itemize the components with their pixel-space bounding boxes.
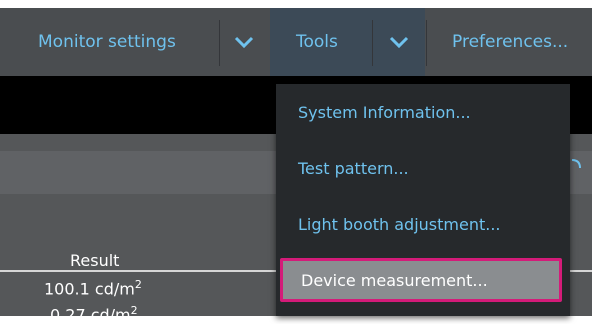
- result-unit-superscript: 2: [130, 304, 138, 317]
- monitor-settings-dropdown-button[interactable]: [220, 8, 268, 76]
- menu-item-label: Light booth adjustment...: [298, 214, 501, 234]
- menu-item-label: System Information...: [298, 102, 471, 122]
- result-value-text: 0.27 cd/m: [50, 305, 131, 324]
- result-column-header: Result: [70, 251, 120, 270]
- menu-item-device-measurement[interactable]: Device measurement...: [280, 258, 562, 302]
- monitor-settings-button[interactable]: Monitor settings: [38, 8, 176, 76]
- result-value-text: 100.1 cd/m: [44, 279, 135, 299]
- chevron-down-icon: [389, 33, 409, 52]
- menu-separator: [426, 20, 427, 66]
- partial-icon: [570, 158, 582, 183]
- tools-dropdown-menu: System Information... Test pattern... Li…: [276, 84, 570, 316]
- preferences-button[interactable]: Preferences...: [452, 8, 568, 76]
- chevron-down-icon: [234, 33, 254, 52]
- tools-button[interactable]: Tools: [296, 8, 338, 76]
- menu-item-test-pattern[interactable]: Test pattern...: [276, 146, 570, 190]
- menu-item-label: Test pattern...: [298, 158, 409, 178]
- tools-dropdown-button[interactable]: [373, 8, 425, 76]
- menu-bar: Monitor settings Tools Preferences...: [0, 8, 592, 76]
- menu-item-light-booth-adjustment[interactable]: Light booth adjustment...: [276, 202, 570, 246]
- app-window: Monitor settings Tools Preferences... Re…: [0, 8, 592, 324]
- menu-item-system-information[interactable]: System Information...: [276, 90, 570, 134]
- result-value-black: 0.27 cd/m2: [50, 304, 138, 324]
- tools-menu-group: Tools: [270, 8, 425, 76]
- result-unit-superscript: 2: [134, 278, 142, 291]
- menu-item-label: Device measurement...: [301, 270, 488, 290]
- result-value-luminance: 100.1 cd/m2: [44, 278, 142, 298]
